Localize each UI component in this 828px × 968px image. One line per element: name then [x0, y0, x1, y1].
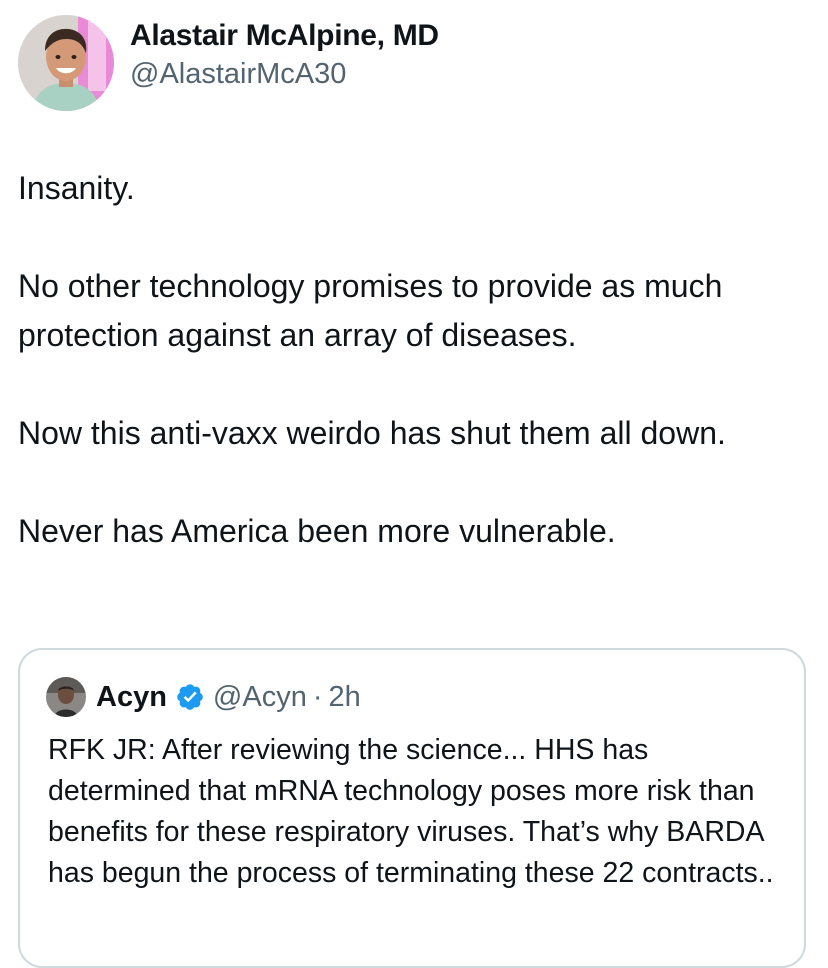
avatar-photo-icon [46, 677, 86, 717]
quoted-tweet-timestamp[interactable]: 2h [329, 681, 361, 714]
author-info: Alastair McAlpine, MD @AlastairMcA30 [130, 17, 439, 93]
author-avatar[interactable] [18, 15, 114, 111]
quoted-tweet-card[interactable]: Acyn @Acyn · 2h RFK JR: After reviewing … [18, 648, 806, 968]
tweet-paragraph: Now this anti-vaxx weirdo has shut them … [18, 415, 726, 451]
tweet-header: Alastair McAlpine, MD @AlastairMcA30 [18, 14, 439, 112]
tweet-text: Insanity. No other technology promises t… [18, 164, 808, 556]
separator-dot: · [312, 680, 323, 713]
verified-badge-icon [175, 682, 205, 712]
tweet-paragraph: No other technology promises to provide … [18, 268, 723, 353]
quoted-author-display-name[interactable]: Acyn [96, 681, 167, 714]
quoted-tweet-header: Acyn @Acyn · 2h [46, 676, 361, 718]
author-display-name[interactable]: Alastair McAlpine, MD [130, 17, 439, 55]
quoted-author-avatar[interactable] [46, 677, 86, 717]
quoted-tweet-text: RFK JR: After reviewing the science... H… [48, 734, 774, 889]
quoted-author-handle[interactable]: @Acyn [213, 681, 307, 714]
author-handle[interactable]: @AlastairMcA30 [130, 55, 439, 93]
avatar-photo-icon [18, 15, 114, 111]
tweet-paragraph: Insanity. [18, 170, 135, 206]
tweet-paragraph: Never has America been more vulnerable. [18, 513, 616, 549]
